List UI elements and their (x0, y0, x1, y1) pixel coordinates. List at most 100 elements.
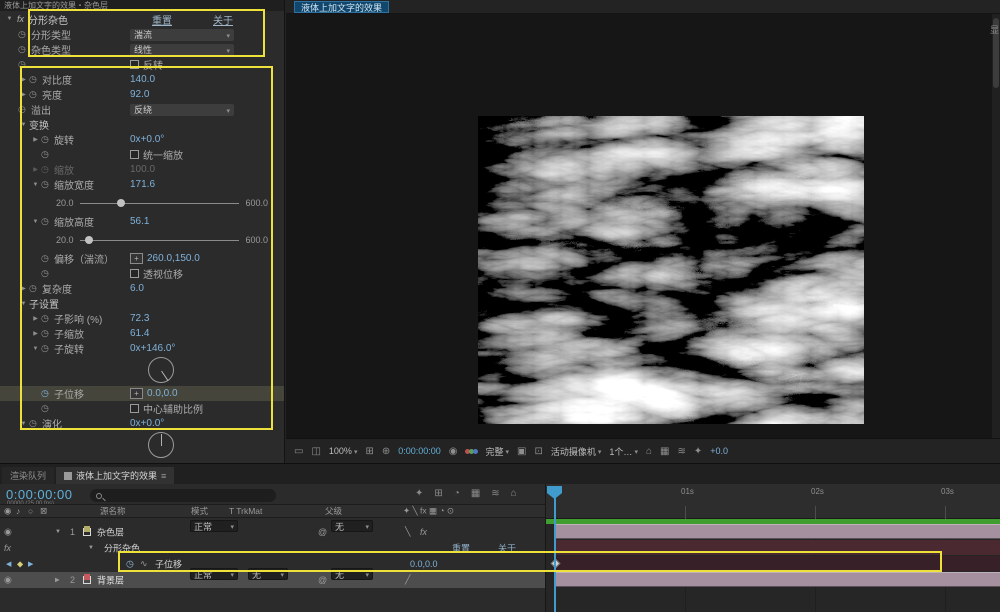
effect-row-fractal-noise[interactable]: fx ▼ 分形杂色 重置 关于 (0, 540, 545, 556)
stopwatch-icon[interactable] (29, 74, 42, 85)
layer-row-noise[interactable]: ◉ ▼ 1 杂色层 正常 @ 无 ╲ fx (0, 520, 545, 540)
timeline-button-icon[interactable]: ≋ (677, 446, 685, 457)
twirl-closed-icon[interactable]: ▶ (55, 577, 60, 584)
stopwatch-icon[interactable] (18, 59, 31, 70)
twirl-open-icon[interactable] (18, 421, 29, 427)
current-time-display[interactable]: 0:00:00:00 (6, 487, 72, 502)
brightness-value[interactable]: 92.0 (130, 89, 149, 100)
rotation-dial[interactable] (148, 357, 174, 383)
overflow-dropdown[interactable]: 反绕 (130, 103, 234, 116)
zoom-dropdown[interactable]: 100% (329, 446, 358, 456)
twirl-closed-icon[interactable] (30, 315, 41, 322)
stopwatch-icon[interactable] (29, 283, 42, 294)
crosshair-icon[interactable] (130, 253, 143, 264)
viewer-scrollbar[interactable] (992, 14, 1000, 438)
sub-rotation-value[interactable]: 0x+146.0° (130, 343, 175, 354)
rotation-value[interactable]: 0x+0.0° (130, 134, 164, 145)
layer-color-swatch[interactable] (83, 526, 91, 536)
twirl-open-icon[interactable] (30, 219, 41, 225)
playhead-line[interactable] (554, 498, 556, 612)
stopwatch-icon[interactable] (41, 216, 54, 227)
contrast-value[interactable]: 140.0 (130, 74, 155, 85)
noise-type-dropdown[interactable]: 线性 (130, 43, 234, 56)
mask-visibility-icon[interactable]: ⊕ (382, 446, 390, 457)
invert-checkbox[interactable] (130, 60, 139, 69)
layer-duration-bar-noise[interactable] (555, 524, 1000, 539)
draft-3d-icon[interactable]: ⊞ (434, 488, 442, 499)
stopwatch-icon[interactable] (29, 418, 42, 429)
show-channel-icon[interactable] (464, 448, 478, 454)
evolution-value[interactable]: 0x+0.0° (130, 418, 164, 429)
parent-dropdown[interactable]: 无 (331, 520, 373, 532)
keyframe-next-icon[interactable]: ▶ (28, 560, 33, 568)
graph-editor-set-icon[interactable]: ∿ (140, 559, 148, 570)
column-trkmat[interactable]: T TrkMat (229, 506, 262, 516)
always-preview-icon[interactable]: ▭ (294, 446, 303, 457)
property-label[interactable]: 子位移 (155, 558, 182, 571)
fast-preview-icon[interactable]: ▦ (660, 446, 669, 457)
composition-flowchart-icon[interactable]: ✦ (415, 488, 423, 499)
audio-icon[interactable]: ♪ (16, 506, 20, 516)
view-layout-dropdown[interactable]: 1个… (609, 445, 638, 458)
parent-pickwhip-icon[interactable]: @ (318, 527, 327, 537)
group-label[interactable]: 变换 (29, 117, 49, 132)
slider-handle[interactable] (85, 236, 94, 244)
eye-icon[interactable]: ◉ (4, 506, 11, 517)
parent-pickwhip-icon[interactable]: @ (318, 575, 327, 585)
center-subscale-checkbox[interactable] (130, 404, 139, 413)
effects-switch-icon[interactable]: fx (420, 527, 427, 537)
solo-icon[interactable]: ○ (28, 506, 33, 516)
sub-influence-value[interactable]: 72.3 (130, 313, 149, 324)
twirl-open-icon[interactable] (30, 346, 41, 352)
sub-offset-value[interactable]: 0.0,0.0 (147, 388, 178, 399)
trkmat-dropdown[interactable]: 无 (248, 568, 288, 580)
about-link[interactable]: 关于 (213, 12, 233, 27)
blend-mode-dropdown[interactable]: 正常 (190, 520, 238, 532)
property-value[interactable]: 0.0,0.0 (410, 559, 438, 569)
twirl-open-icon[interactable] (18, 122, 29, 128)
perspective-offset-checkbox[interactable] (130, 269, 139, 278)
composition-viewer[interactable] (286, 14, 992, 438)
dual-view-icon[interactable]: ◫ (311, 446, 320, 457)
frame-blending-icon[interactable]: ▦ (471, 488, 480, 499)
effect-name[interactable]: 分形杂色 (28, 12, 68, 27)
slider-handle[interactable] (117, 199, 126, 207)
twirl-open-icon[interactable] (18, 301, 29, 307)
stopwatch-icon[interactable] (41, 313, 54, 324)
effect-toggle-fx-icon[interactable]: fx (4, 543, 11, 553)
stopwatch-icon[interactable] (18, 29, 31, 40)
quality-switch-icon[interactable]: ╲ (405, 527, 410, 538)
fractal-type-dropdown[interactable]: 湍流 (130, 28, 234, 41)
twirl-closed-icon[interactable] (18, 91, 29, 98)
blend-mode-dropdown[interactable]: 正常 (190, 568, 238, 580)
parent-dropdown[interactable]: 无 (331, 568, 373, 580)
stopwatch-icon[interactable] (41, 343, 54, 354)
slider-track[interactable] (79, 199, 240, 207)
stopwatch-icon[interactable] (41, 328, 54, 339)
offset-value[interactable]: 260.0,150.0 (147, 253, 200, 264)
twirl-closed-icon[interactable] (18, 285, 29, 292)
stopwatch-icon[interactable] (41, 403, 54, 414)
quality-switch-icon[interactable]: ╱ (405, 575, 410, 586)
timeline-track-area[interactable]: 01s 02s 03s (546, 484, 1000, 612)
twirl-closed-icon[interactable] (30, 136, 41, 143)
pixel-aspect-icon[interactable]: ⌂ (646, 446, 652, 457)
exposure-value[interactable]: +0.0 (710, 446, 728, 456)
panel-menu-icon[interactable] (161, 471, 166, 481)
layer-row-background[interactable]: ◉ ▶ 2 背景层 正常 无 @ 无 ╱ (0, 568, 545, 588)
effect-name[interactable]: 分形杂色 (104, 542, 140, 555)
timeline-search-input[interactable] (90, 489, 276, 502)
stopwatch-icon[interactable] (41, 134, 54, 145)
stopwatch-icon[interactable] (41, 388, 54, 399)
scale-width-value[interactable]: 171.6 (130, 179, 155, 190)
sub-scale-value[interactable]: 61.4 (130, 328, 149, 339)
reset-link[interactable]: 重置 (452, 542, 470, 555)
eye-icon[interactable]: ◉ (4, 575, 12, 586)
resolution-dropdown[interactable]: 完整 (486, 445, 510, 458)
lock-icon[interactable]: ⊠ (40, 506, 47, 517)
stopwatch-icon[interactable]: ◷ (126, 559, 134, 570)
keyframe-prev-icon[interactable]: ◀ (6, 560, 11, 568)
grid-guides-icon[interactable]: ⊞ (365, 446, 373, 457)
twirl-open-icon[interactable] (4, 16, 15, 22)
twirl-open-icon[interactable]: ▼ (88, 545, 94, 551)
